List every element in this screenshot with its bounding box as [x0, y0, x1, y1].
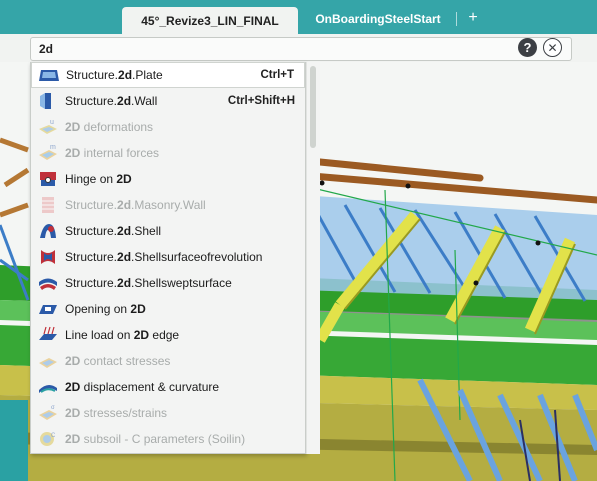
clear-search-button[interactable]: ✕ — [543, 38, 562, 57]
plate-icon — [39, 70, 59, 81]
tab-project-active[interactable]: 45°_Revize3_LIN_FINAL — [122, 7, 298, 34]
search-result-item[interactable]: Opening on 2D — [31, 296, 305, 322]
shell-revolution-icon — [41, 250, 55, 264]
tab-bar: 45°_Revize3_LIN_FINAL OnBoardingSteelSta… — [0, 0, 597, 34]
search-result-item: σ 2D stresses/strains — [31, 400, 305, 426]
search-result-item: u 2D deformations — [31, 114, 305, 140]
search-result-item[interactable]: Line load on 2D edge — [31, 322, 305, 348]
opening-icon — [39, 305, 57, 314]
wall-icon — [40, 93, 51, 109]
svg-text:m: m — [50, 144, 56, 151]
tab-project-inactive[interactable]: OnBoardingSteelStart — [303, 7, 453, 31]
left-structure — [0, 400, 28, 481]
search-result-label: 2D stresses/strains — [65, 406, 168, 420]
dropdown-scrollbar[interactable] — [306, 62, 320, 454]
line-load-icon — [39, 326, 57, 340]
search-result-item: Structure.2d.Masonry.Wall — [31, 192, 305, 218]
deformations-icon: u — [39, 119, 57, 134]
search-result-item: m 2D internal forces — [31, 140, 305, 166]
tab-label: OnBoardingSteelStart — [315, 12, 441, 26]
contact-stresses-icon — [39, 358, 57, 368]
scrollbar-thumb[interactable] — [310, 66, 316, 148]
search-result-label: Line load on 2D edge — [65, 328, 180, 342]
keyboard-shortcut: Ctrl+T — [260, 69, 294, 81]
search-result-item[interactable]: Hinge on 2D — [31, 166, 305, 192]
subsoil-icon: C — [40, 432, 56, 446]
shell-swept-icon — [39, 278, 57, 290]
search-result-label: 2D contact stresses — [65, 354, 171, 368]
hinge-icon — [40, 172, 56, 186]
displacement-icon — [39, 384, 57, 393]
search-input[interactable] — [30, 37, 572, 61]
search-result-label: Structure.2d.Shellsweptsurface — [65, 276, 232, 290]
tab-label: 45°_Revize3_LIN_FINAL — [141, 13, 279, 28]
search-result-item: C 2D subsoil - C parameters (Soilin) — [31, 426, 305, 452]
search-result-item[interactable]: Structure.2d.Plate Ctrl+T — [31, 62, 305, 88]
search-result-item[interactable]: Structure.2d.Shellsweptsurface — [31, 270, 305, 296]
svg-text:σ: σ — [51, 405, 55, 411]
tab-separator — [456, 12, 457, 26]
question-icon: ? — [523, 40, 532, 55]
search-result-label: 2D deformations — [65, 120, 154, 134]
search-result-label: Structure.2d.Masonry.Wall — [65, 198, 206, 212]
internal-forces-icon: m — [39, 144, 57, 160]
search-result-label: 2D internal forces — [65, 146, 160, 160]
search-result-item[interactable]: Structure.2d.Wall Ctrl+Shift+H — [31, 88, 305, 114]
search-result-label: Structure.2d.Shellsurfaceofrevolution — [65, 250, 263, 264]
search-result-label: Structure.2d.Wall — [65, 94, 158, 108]
search-result-item[interactable]: Structure.2d.Shellsurfaceofrevolution — [31, 244, 305, 270]
plus-icon: + — [468, 9, 478, 26]
search-result-label: Structure.2d.Plate — [66, 68, 163, 82]
search-result-label: Hinge on 2D — [65, 172, 132, 186]
search-result-item[interactable]: 2D displacement & curvature — [31, 374, 305, 400]
search-result-label: Structure.2d.Shell — [65, 224, 162, 238]
close-icon: ✕ — [547, 40, 558, 55]
svg-text:u: u — [50, 119, 54, 126]
search-result-item: 2D contact stresses — [31, 348, 305, 374]
search-result-label: 2D displacement & curvature — [65, 380, 220, 394]
masonry-wall-icon — [42, 197, 54, 213]
shell-icon — [40, 224, 56, 238]
svg-text:C: C — [51, 433, 56, 439]
search-row — [0, 34, 597, 62]
help-button[interactable]: ? — [518, 38, 537, 57]
keyboard-shortcut: Ctrl+Shift+H — [227, 95, 295, 107]
search-result-label: 2D subsoil - C parameters (Soilin) — [65, 432, 246, 446]
stresses-strains-icon: σ — [39, 405, 57, 420]
add-tab-button[interactable]: + — [464, 8, 482, 28]
search-result-label: Opening on 2D — [65, 302, 146, 316]
search-result-item[interactable]: Structure.2d.Shell — [31, 218, 305, 244]
